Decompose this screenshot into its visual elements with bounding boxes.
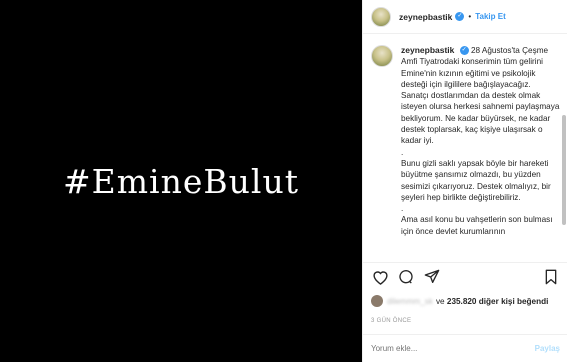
- verified-badge-icon: ✓: [459, 46, 469, 56]
- caption-body: zeynepbastik ✓ 28 Ağustos'ta Çeşme Amfi …: [401, 45, 560, 237]
- heart-icon[interactable]: [371, 268, 389, 286]
- likes-summary: dilemmm_sk ve 235.820 diğer kişi beğendi: [371, 295, 548, 307]
- comment-bar: Paylaş: [363, 334, 567, 362]
- follow-button[interactable]: Takip Et: [475, 12, 506, 21]
- caption-row: zeynepbastik ✓ 28 Ağustos'ta Çeşme Amfi …: [371, 45, 560, 237]
- caption-avatar[interactable]: [371, 45, 393, 67]
- action-bar: [363, 262, 567, 290]
- comments-scrollbar[interactable]: [562, 35, 566, 260]
- caption-text: 28 Ağustos'ta Çeşme Amfi Tiyatrodaki kon…: [401, 46, 560, 236]
- post-side-panel: zeynepbastik ✓ • Takip Et zeynepbastik ✓…: [362, 0, 567, 362]
- likes-suffix[interactable]: diğer kişi beğendi: [479, 297, 549, 306]
- scrollbar-thumb[interactable]: [562, 115, 566, 225]
- bookmark-icon[interactable]: [542, 268, 560, 286]
- post-timestamp[interactable]: 3 GÜN ÖNCE: [371, 318, 411, 324]
- liker-avatar[interactable]: [371, 295, 383, 307]
- share-icon[interactable]: [423, 268, 441, 286]
- post-comment-button[interactable]: Paylaş: [535, 344, 560, 353]
- media-hashtag-text: #EmineBulut: [63, 161, 299, 201]
- comment-input[interactable]: [371, 344, 535, 353]
- post-header: zeynepbastik ✓ • Takip Et: [363, 0, 567, 34]
- likes-connector: ve: [435, 296, 445, 306]
- post-media[interactable]: #EmineBulut: [0, 0, 362, 362]
- liker-username[interactable]: dilemmm_sk: [387, 297, 433, 306]
- header-username[interactable]: zeynepbastik: [399, 12, 452, 22]
- likes-count[interactable]: 235.820: [447, 297, 477, 306]
- comments-area[interactable]: zeynepbastik ✓ 28 Ağustos'ta Çeşme Amfi …: [363, 35, 567, 260]
- verified-badge-icon: ✓: [455, 12, 465, 21]
- header-separator: •: [468, 12, 472, 21]
- comment-icon[interactable]: [397, 268, 415, 286]
- caption-username[interactable]: zeynepbastik: [401, 45, 454, 55]
- avatar[interactable]: [371, 6, 391, 27]
